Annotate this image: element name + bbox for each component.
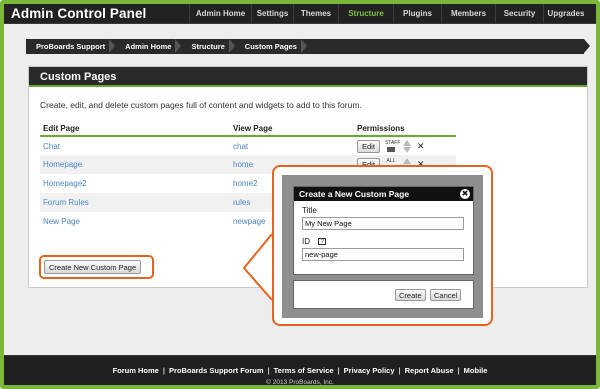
permissions-cell: Edit STAFF ✕ <box>354 136 456 155</box>
nav-item-security[interactable]: Security <box>495 4 543 24</box>
create-page-modal: Create a New Custom Page ✖ Title ID ? <box>293 186 474 275</box>
edit-page-link[interactable]: Homepage2 <box>40 174 230 193</box>
breadcrumb-end-arrow <box>584 39 590 53</box>
permissions-controls: Edit STAFF ✕ <box>357 139 456 153</box>
modal-overlay: Create a New Custom Page ✖ Title ID ? Cr… <box>282 175 483 318</box>
breadcrumb-item-admin-home[interactable]: Admin Home <box>111 39 182 54</box>
nav-item-admin-home[interactable]: Admin Home <box>189 4 251 24</box>
title-field-label: Title <box>302 206 317 215</box>
view-page-link[interactable]: chat <box>230 136 354 155</box>
panel-title: Custom Pages <box>29 67 587 87</box>
breadcrumb-item-structure[interactable]: Structure <box>177 39 236 54</box>
footer-separator: | <box>337 366 340 375</box>
footer-link-terms-of-service[interactable]: Terms of Service <box>274 366 334 375</box>
modal-title-text: Create a New Custom Page <box>299 189 410 199</box>
create-new-custom-page-button[interactable]: Create New Custom Page <box>44 260 142 274</box>
nav-item-structure[interactable]: Structure <box>338 4 393 24</box>
modal-title: Create a New Custom Page ✖ <box>294 187 473 201</box>
delete-icon[interactable]: ✕ <box>417 141 425 152</box>
id-label-text: ID <box>302 237 310 246</box>
footer-separator: | <box>162 366 165 375</box>
nav-item-settings[interactable]: Settings <box>251 4 293 24</box>
footer-link-report-abuse[interactable]: Report Abuse <box>405 366 454 375</box>
footer-separator: | <box>398 366 401 375</box>
nav-item-members[interactable]: Members <box>441 4 495 24</box>
footer-links: Forum Home | ProBoards Support Forum | Terms… <box>4 366 596 375</box>
create-button[interactable]: Create <box>395 289 426 301</box>
staff-permission-icon[interactable]: STAFF <box>384 139 401 152</box>
column-header-view-page: View Page <box>233 124 273 133</box>
page-footer: Forum Home | ProBoards Support Forum | Terms… <box>4 355 596 386</box>
id-field-label: ID ? <box>302 237 327 246</box>
breadcrumb-item-custom-pages[interactable]: Custom Pages <box>231 39 308 54</box>
id-input[interactable] <box>302 248 464 261</box>
nav-item-themes[interactable]: Themes <box>293 4 338 24</box>
main-nav: Admin Home Settings Themes Structure Plugins… <box>189 4 588 24</box>
edit-page-link[interactable]: Forum Rules <box>40 193 230 212</box>
footer-link-forum-home[interactable]: Forum Home <box>113 366 159 375</box>
nav-item-plugins[interactable]: Plugins <box>393 4 441 24</box>
cancel-button[interactable]: Cancel <box>430 289 462 301</box>
panel-description: Create, edit, and delete custom pages fu… <box>40 100 362 110</box>
people-icon <box>386 146 395 152</box>
column-header-permissions: Permissions <box>357 124 405 133</box>
window-frame: Admin Control Panel Admin Home Settings Th… <box>0 0 600 389</box>
footer-separator: | <box>267 366 270 375</box>
table-header-row: Edit Page View Page Permissions <box>40 122 456 136</box>
breadcrumb: ProBoards Support Admin Home Structure Cust… <box>26 39 590 54</box>
edit-page-link[interactable]: New Page <box>40 212 230 231</box>
edit-page-link[interactable]: Homepage <box>40 155 230 174</box>
create-button-highlight: Create New Custom Page <box>39 255 154 279</box>
app-title: Admin Control Panel <box>11 6 147 21</box>
modal-callout: Create a New Custom Page ✖ Title ID ? Cr… <box>272 165 493 326</box>
footer-link-proboards-support-forum[interactable]: ProBoards Support Forum <box>169 366 264 375</box>
footer-link-privacy-policy[interactable]: Privacy Policy <box>344 366 395 375</box>
modal-footer: Create Cancel <box>293 280 474 309</box>
nav-item-upgrades[interactable]: Upgrades <box>543 4 588 24</box>
reorder-arrows-icon[interactable] <box>402 139 412 153</box>
footer-separator: | <box>457 366 460 375</box>
edit-page-link[interactable]: Chat <box>40 136 230 155</box>
edit-button[interactable]: Edit <box>357 139 380 153</box>
footer-link-mobile[interactable]: Mobile <box>464 366 488 375</box>
help-icon[interactable]: ? <box>318 238 327 246</box>
column-header-edit-page: Edit Page <box>43 124 80 133</box>
copyright: © 2013 ProBoards, Inc. <box>266 379 334 386</box>
top-navigation-bar: Admin Control Panel Admin Home Settings Th… <box>4 4 596 24</box>
permission-label: ALL <box>386 158 396 164</box>
close-icon[interactable]: ✖ <box>460 189 470 199</box>
breadcrumb-item-proboards-support[interactable]: ProBoards Support <box>26 39 116 54</box>
title-input[interactable] <box>302 217 464 230</box>
permission-label: STAFF <box>384 139 401 146</box>
table-row: Chat chat Edit STAFF ✕ <box>40 136 456 155</box>
